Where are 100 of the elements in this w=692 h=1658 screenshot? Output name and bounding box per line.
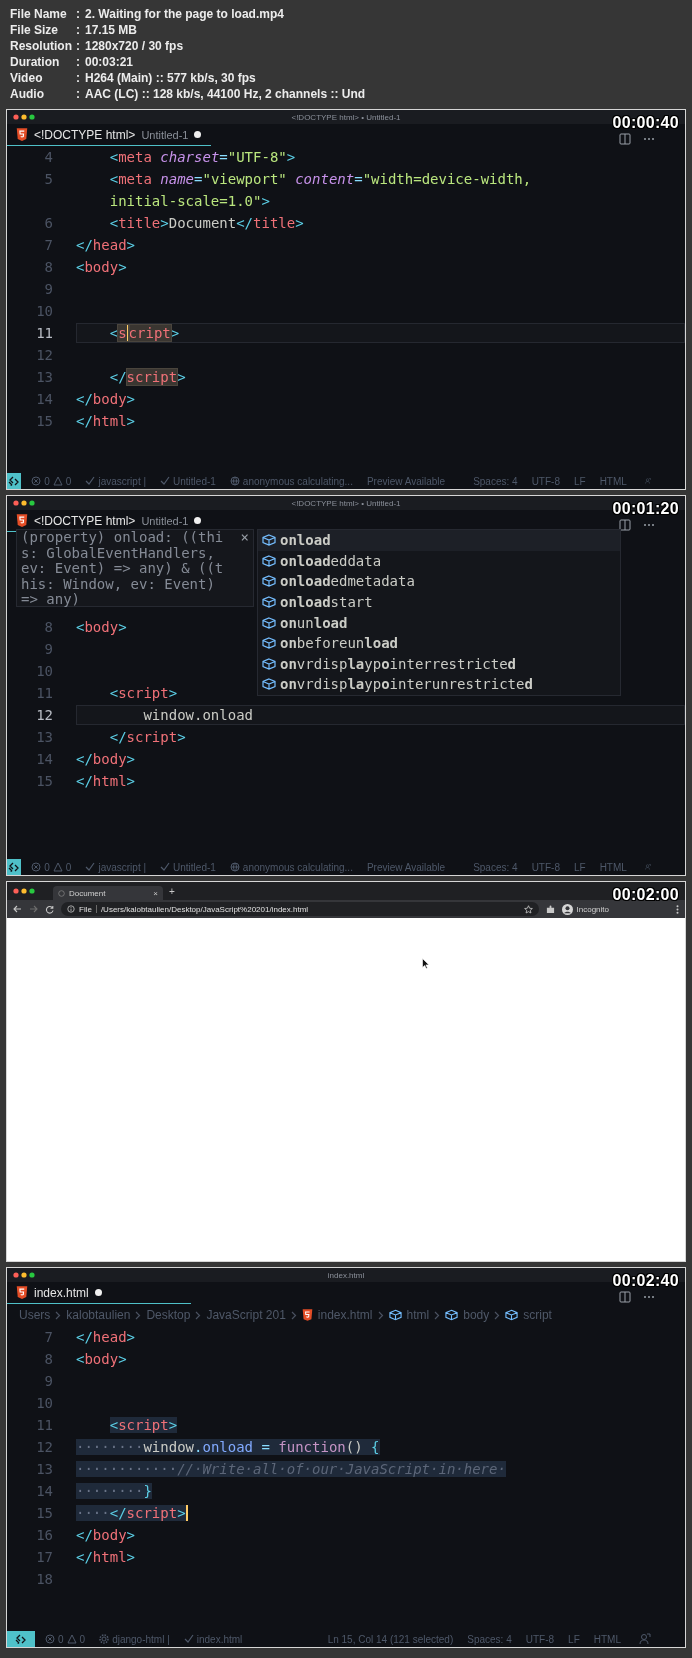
- breadcrumb-item[interactable]: JavaScript 201: [206, 1308, 286, 1322]
- more-icon[interactable]: [643, 523, 655, 527]
- remote-icon: [8, 862, 21, 872]
- more-icon[interactable]: [643, 137, 655, 141]
- info-value: 1280x720 / 30 fps: [85, 39, 184, 53]
- more-icon[interactable]: [643, 1295, 655, 1299]
- status-item[interactable]: Untitled-1: [160, 861, 216, 873]
- close-button[interactable]: ×: [240, 530, 249, 606]
- window-title: index.html: [327, 1270, 365, 1280]
- status-item[interactable]: HTML: [593, 1633, 621, 1645]
- split-editor-icon[interactable]: [619, 133, 631, 145]
- line-number: 13: [35, 369, 53, 385]
- problems-indicator[interactable]: 0 0: [31, 475, 72, 487]
- warning-icon: [52, 862, 63, 872]
- line-number: 5: [43, 171, 53, 187]
- status-item[interactable]: LF: [573, 475, 586, 487]
- html5-icon: [301, 1309, 313, 1321]
- close-tab-button[interactable]: ×: [153, 888, 158, 898]
- breadcrumb-item[interactable]: kalobtaulien: [66, 1308, 131, 1322]
- status-item[interactable]: Spaces: 4: [467, 1633, 512, 1645]
- check-icon: [183, 1634, 194, 1644]
- line-number: 13: [35, 1461, 53, 1477]
- code-line: <body>: [76, 1350, 127, 1369]
- status-item[interactable]: UTF-8: [531, 861, 560, 873]
- status-item[interactable]: javascript |: [85, 861, 147, 873]
- problems-indicator[interactable]: 0 0: [45, 1633, 86, 1645]
- puzzle-icon[interactable]: [545, 904, 555, 914]
- status-item[interactable]: index.html: [183, 1633, 243, 1645]
- window-title: <!DOCTYPE html> • Untitled-1: [291, 498, 401, 508]
- suggestion-item[interactable]: onload: [258, 530, 620, 551]
- new-tab-button[interactable]: +: [169, 885, 175, 897]
- status-item[interactable]: HTML: [599, 861, 627, 873]
- star-icon[interactable]: [523, 904, 533, 914]
- status-item[interactable]: LF: [568, 1633, 580, 1645]
- remote-button[interactable]: [7, 473, 22, 489]
- suggestion-item[interactable]: onvrdisplaypointerunrestricted: [258, 674, 620, 695]
- status-item[interactable]: Spaces: 4: [473, 861, 518, 873]
- info-separator: :: [76, 71, 81, 85]
- timestamp: 00:02:00: [612, 886, 679, 904]
- status-item[interactable]: anonymous calculating...: [229, 475, 353, 487]
- status-item[interactable]: anonymous calculating...: [229, 861, 353, 873]
- remote-button[interactable]: [7, 859, 22, 875]
- status-item[interactable]: Preview Available: [366, 475, 446, 487]
- html5-icon: [16, 514, 28, 527]
- more-icon[interactable]: [676, 904, 679, 914]
- line-number: 14: [35, 391, 53, 407]
- breadcrumb-item[interactable]: script: [505, 1308, 552, 1322]
- suggestion-item[interactable]: onloadeddata: [258, 550, 620, 572]
- breadcrumb-item[interactable]: index.html: [301, 1308, 373, 1322]
- breadcrumb-item[interactable]: Users: [19, 1308, 51, 1322]
- split-editor-icon[interactable]: [619, 519, 631, 531]
- breadcrumb-item[interactable]: html: [388, 1308, 430, 1322]
- line-number: 9: [43, 281, 53, 297]
- chevron-icon: [135, 1310, 142, 1320]
- cube-icon: [262, 534, 276, 547]
- suggestion-item[interactable]: onloadstart: [258, 591, 620, 613]
- code-line: initial-scale=1.0">: [108, 192, 270, 211]
- info-value: H264 (Main) :: 577 kb/s, 30 fps: [85, 71, 256, 85]
- cube-icon: [505, 1309, 519, 1321]
- cube-icon: [262, 596, 276, 609]
- chevron-icon: [377, 1310, 384, 1320]
- cube-icon: [388, 1309, 402, 1321]
- status-item[interactable]: UTF-8: [531, 475, 560, 487]
- globe-icon: [229, 476, 240, 486]
- status-item[interactable]: Untitled-1: [160, 475, 216, 487]
- back-icon[interactable]: [13, 905, 22, 913]
- browser-tab[interactable]: Document ×: [53, 886, 163, 900]
- profile-button[interactable]: Incognito: [561, 903, 609, 915]
- status-item[interactable]: django-html |: [99, 1633, 170, 1645]
- status-item[interactable]: Spaces: 4: [473, 475, 518, 487]
- status-item[interactable]: UTF-8: [525, 1633, 555, 1645]
- address-bar[interactable]: File /Users/kalobtaulien/Desktop/JavaScript%20201/index.html: [61, 902, 539, 916]
- problems-indicator[interactable]: 0 0: [31, 861, 72, 873]
- line-number: 17: [35, 1549, 53, 1565]
- reload-icon[interactable]: [45, 904, 54, 914]
- suggestion-item[interactable]: onbeforeunload: [258, 632, 620, 654]
- info-separator: :: [76, 7, 81, 21]
- code-line: ········}: [76, 1482, 152, 1501]
- line-number: 14: [35, 1483, 53, 1499]
- code-line: </head>: [76, 236, 135, 255]
- breadcrumb-item[interactable]: Desktop: [146, 1308, 191, 1322]
- status-item[interactable]: Preview Available: [366, 861, 446, 873]
- suggestion-item[interactable]: onunload: [258, 612, 620, 633]
- editor-tab[interactable]: index.html: [7, 1282, 191, 1304]
- status-item[interactable]: LF: [573, 861, 586, 873]
- status-item[interactable]: HTML: [599, 475, 627, 487]
- breadcrumb-item[interactable]: body: [445, 1308, 490, 1322]
- status-item[interactable]: Ln 15, Col 14 (121 selected): [327, 1633, 454, 1645]
- editor-tab[interactable]: <!DOCTYPE html> Untitled-1: [7, 124, 212, 146]
- code-line: <script>: [108, 1416, 178, 1435]
- suggestion-item[interactable]: onloadedmetadata: [258, 571, 620, 592]
- check-icon: [160, 476, 171, 486]
- remote-button[interactable]: [7, 1631, 35, 1647]
- suggestion-item[interactable]: onvrdisplaypointerrestricted: [258, 653, 620, 675]
- code-line: ············//·Write·all·of·our·JavaScript·in·here·: [76, 1460, 506, 1479]
- status-item[interactable]: javascript |: [85, 475, 147, 487]
- timestamp: 00:00:40: [612, 114, 679, 132]
- line-number: 11: [35, 325, 53, 341]
- line-number: 16: [35, 1527, 53, 1543]
- split-editor-icon[interactable]: [619, 1291, 631, 1303]
